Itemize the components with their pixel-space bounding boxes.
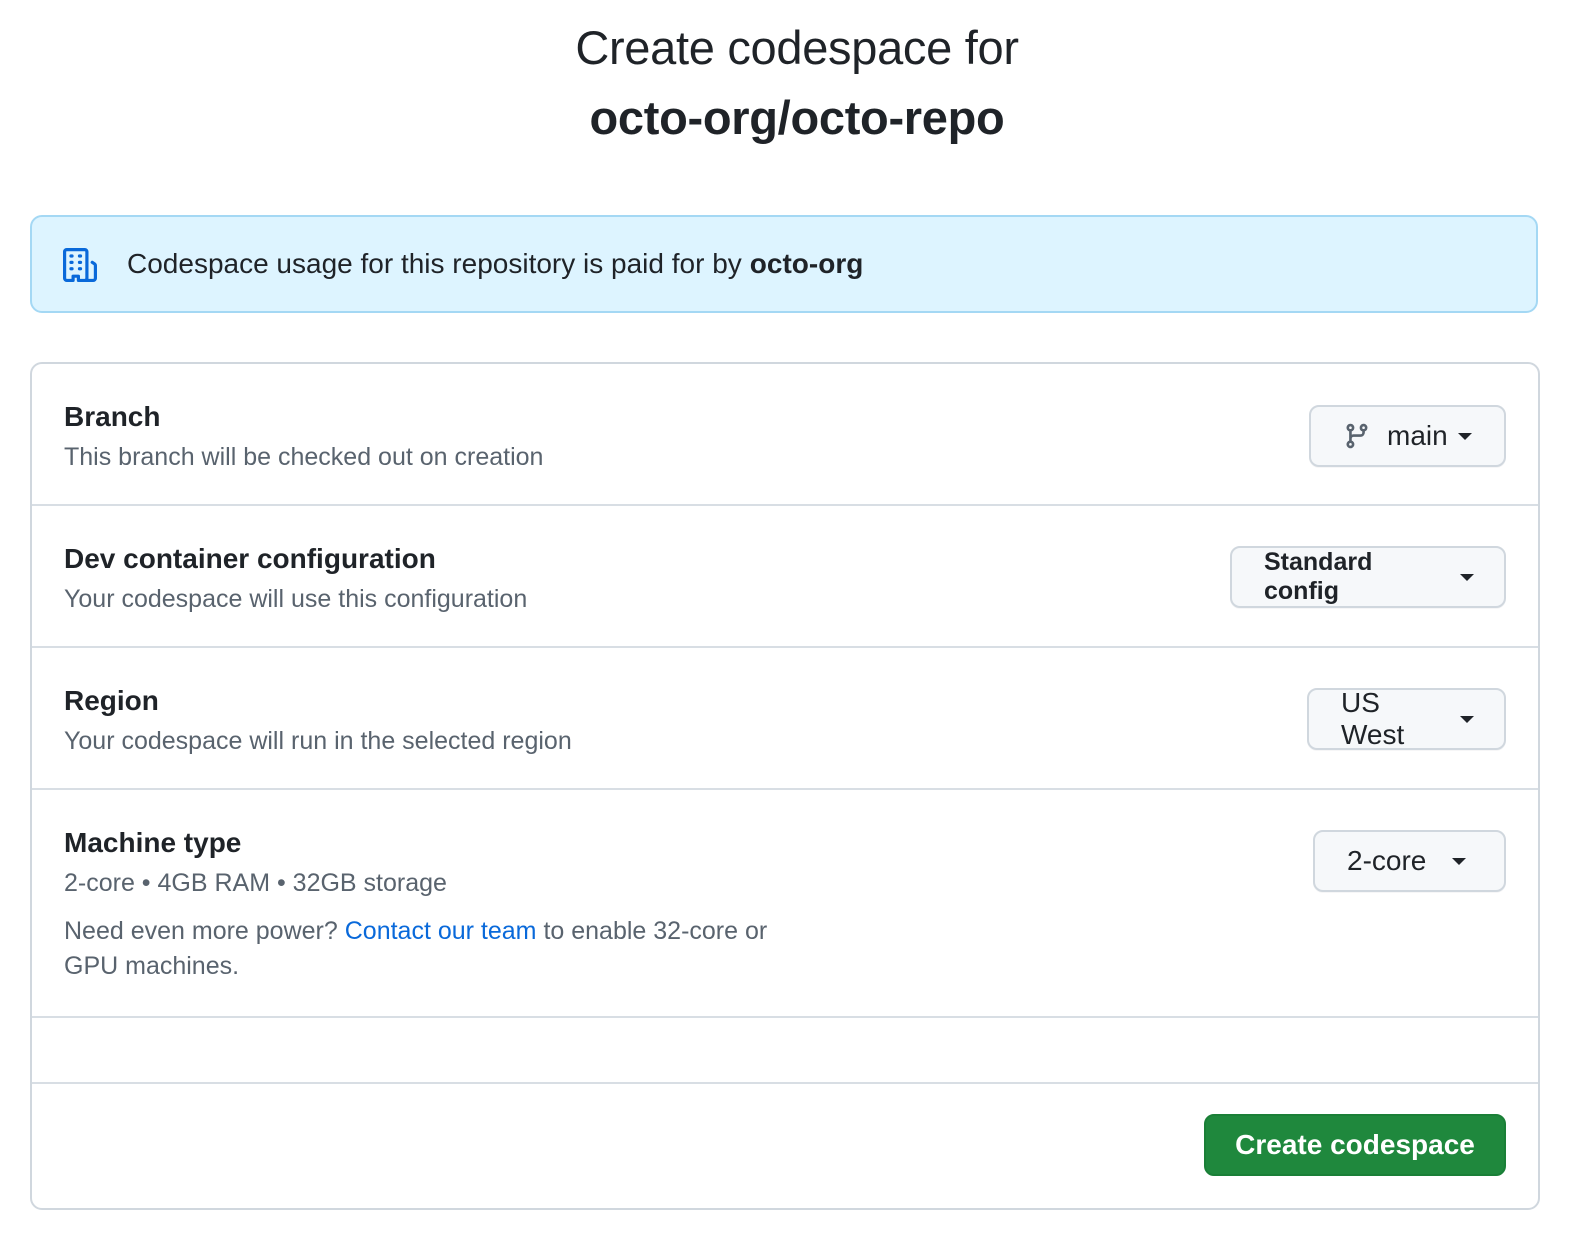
create-codespace-page: Create codespace for octo-org/octo-repo … — [0, 0, 1594, 1256]
dev-container-select-value: Standard config — [1264, 548, 1373, 605]
machine-type-row: Machine type 2-core • 4GB RAM • 32GB sto… — [32, 790, 1538, 1018]
region-select-value: US West — [1341, 687, 1405, 750]
billing-notice-message: Codespace usage for this repository is p… — [127, 248, 742, 279]
region-description: Your codespace will run in the selected … — [64, 727, 572, 755]
dev-container-description: Your codespace will use this configurati… — [64, 585, 528, 613]
repository-name: octo-org/octo-repo — [589, 91, 1005, 144]
upsell-text-before: Need even more power? — [64, 917, 338, 945]
machine-type-select-button[interactable]: 2-core — [1313, 830, 1506, 892]
organization-icon — [63, 248, 97, 282]
machine-type-description: 2-core • 4GB RAM • 32GB storage — [64, 869, 447, 897]
billing-notice-text: Codespace usage for this repository is p… — [127, 217, 863, 311]
region-title: Region — [64, 685, 159, 716]
branch-row: Branch This branch will be checked out o… — [32, 364, 1538, 506]
contact-team-link[interactable]: Contact our team — [345, 917, 537, 945]
region-select-button[interactable]: US West — [1307, 687, 1506, 750]
branch-select-value: main — [1387, 420, 1448, 451]
machine-type-title: Machine type — [64, 827, 242, 858]
page-header: Create codespace for octo-org/octo-repo — [0, 0, 1594, 148]
dev-container-select-button[interactable]: Standard config — [1230, 546, 1506, 608]
billing-notice-banner: Codespace usage for this repository is p… — [30, 215, 1538, 313]
billing-org-name: octo-org — [749, 248, 864, 279]
empty-row — [32, 1018, 1538, 1084]
region-row: Region Your codespace will run in the se… — [32, 648, 1538, 790]
branch-description: This branch will be checked out on creat… — [64, 443, 544, 471]
chevron-down-icon — [1457, 432, 1472, 440]
chevron-down-icon — [1452, 857, 1467, 865]
machine-type-select-value: 2-core — [1347, 845, 1427, 876]
page-title: Create codespace for — [575, 21, 1019, 74]
machine-type-upsell: Need even more power? Contact our team t… — [64, 914, 804, 984]
create-codespace-button[interactable]: Create codespace — [1204, 1114, 1506, 1176]
dev-container-row: Dev container configuration Your codespa… — [32, 506, 1538, 648]
codespace-options-card: Branch This branch will be checked out o… — [30, 362, 1540, 1210]
dev-container-title: Dev container configuration — [64, 543, 436, 574]
branch-title: Branch — [64, 401, 161, 432]
chevron-down-icon — [1460, 573, 1474, 581]
chevron-down-icon — [1460, 715, 1474, 723]
branch-select-button[interactable]: main — [1309, 405, 1506, 467]
git-branch-icon — [1346, 423, 1368, 449]
